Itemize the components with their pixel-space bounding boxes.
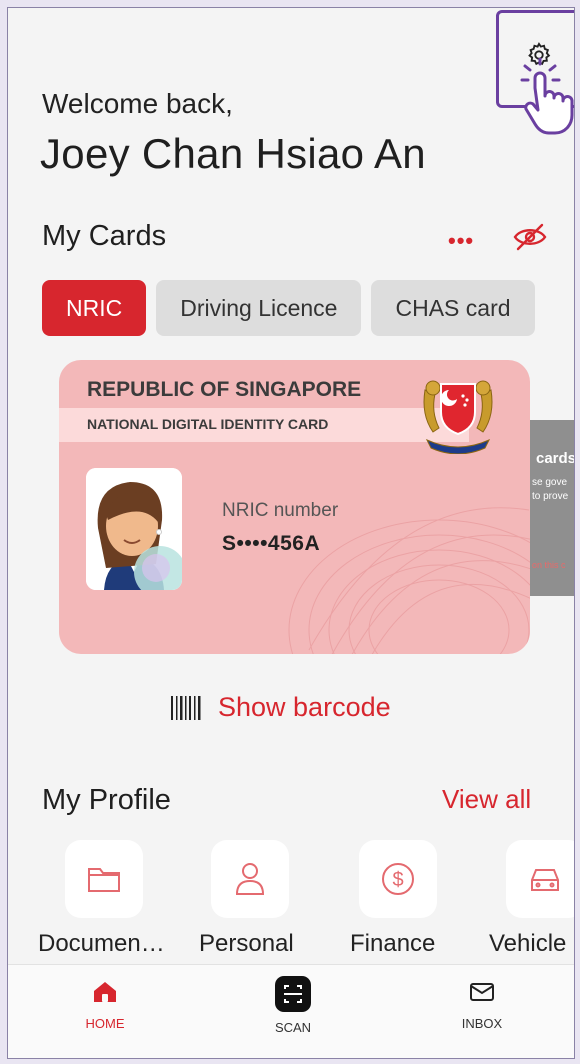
svg-text:$: $ (392, 869, 403, 891)
nav-home[interactable]: HOME (45, 979, 165, 1031)
card-photo (86, 468, 182, 590)
car-icon (531, 869, 559, 891)
nric-number-value: S••••456A (222, 532, 321, 555)
card-country: REPUBLIC OF SINGAPORE (87, 378, 362, 401)
home-icon (94, 982, 116, 1002)
user-name: Joey Chan Hsiao An (40, 130, 426, 177)
profile-personal-tile[interactable] (211, 840, 289, 918)
pointer-hand-icon (520, 58, 574, 135)
profile-vehicle-tile[interactable] (506, 840, 574, 918)
eye-off-icon[interactable] (512, 222, 548, 252)
profile-documents-tile[interactable] (65, 840, 143, 918)
nav-scan[interactable]: SCAN (233, 975, 353, 1035)
more-dots-icon[interactable]: ••• (448, 228, 474, 254)
show-barcode-label: Show barcode (218, 692, 391, 722)
folder-icon (88, 868, 120, 892)
person-icon (235, 863, 265, 895)
next-card-text-3: on this c (532, 560, 566, 570)
profile-documents-label: Documen… (38, 930, 165, 957)
next-card-title: cards (536, 450, 574, 467)
welcome-text: Welcome back, (42, 88, 233, 119)
nric-card[interactable]: REPUBLIC OF SINGAPORE NATIONAL DIGITAL I… (59, 360, 530, 654)
my-profile-title: My Profile (42, 784, 171, 816)
profile-personal-label: Personal (199, 930, 294, 957)
mail-icon (470, 983, 494, 1001)
profile-vehicle-label: Vehicle (489, 930, 567, 957)
bottom-navigation: HOME SCAN INBOX (8, 964, 574, 1058)
my-cards-title: My Cards (42, 220, 167, 252)
card-type: NATIONAL DIGITAL IDENTITY CARD (87, 416, 329, 432)
nric-number-label: NRIC number (222, 500, 339, 521)
nav-inbox-label: INBOX (461, 1016, 503, 1031)
show-barcode-button[interactable]: Show barcode (170, 692, 391, 723)
view-all-link[interactable]: View all (442, 784, 531, 815)
card-tabs: NRIC Driving Licence CHAS card (42, 280, 535, 336)
next-card-text-1: se gove (532, 477, 568, 488)
next-card-text-2: to prove (532, 491, 569, 502)
phone-screen: Welcome back, Joey Chan Hsiao An My Card… (7, 7, 575, 1059)
profile-finance-label: Finance (350, 930, 436, 957)
nav-home-label: HOME (85, 1016, 125, 1031)
tab-chas-card[interactable]: CHAS card (371, 280, 535, 336)
profile-finance-tile[interactable]: $ (359, 840, 437, 918)
tab-driving-licence[interactable]: Driving Licence (156, 280, 362, 336)
barcode-icon (171, 695, 201, 720)
tab-nric[interactable]: NRIC (42, 280, 147, 336)
crest-icon (423, 380, 493, 454)
nav-scan-label: SCAN (274, 1020, 312, 1035)
next-card-preview[interactable]: cards se gove to prove on this c (530, 420, 574, 596)
dollar-icon: $ (382, 863, 414, 895)
scan-icon (275, 976, 311, 1012)
nav-inbox[interactable]: INBOX (422, 979, 542, 1031)
